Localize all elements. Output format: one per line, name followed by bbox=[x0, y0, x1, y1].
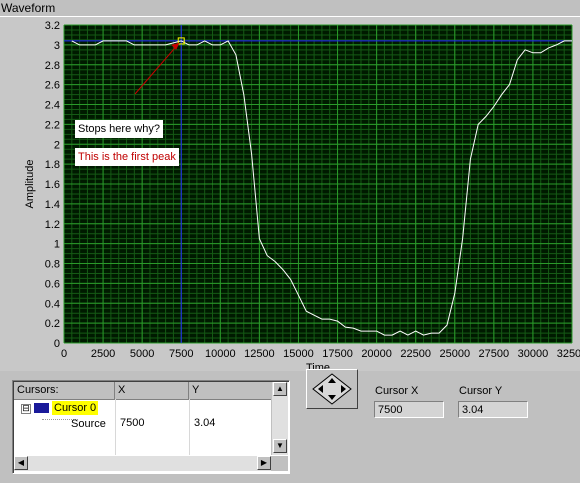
y-tick-label: 1.8 bbox=[45, 159, 60, 171]
cursor-x-field[interactable]: 7500 bbox=[374, 401, 444, 418]
scroll-right-icon[interactable]: ▶ bbox=[257, 456, 271, 470]
scroll-left-icon[interactable]: ◀ bbox=[14, 456, 28, 470]
x-tick-label: 32500 bbox=[557, 348, 580, 360]
plot-area[interactable]: 0 2500 5000 7500 10000 12500 15000 17500 20000 22… bbox=[0, 17, 580, 371]
y-tick-label: 0 bbox=[54, 338, 60, 350]
y-tick-label: 2.4 bbox=[45, 100, 60, 112]
y-tick-label: 1 bbox=[54, 239, 60, 251]
x-tick-label: 10000 bbox=[205, 348, 236, 360]
y-tick-label: 3 bbox=[54, 40, 60, 52]
x-tick-label: 15000 bbox=[283, 348, 314, 360]
cursor-style-swatch[interactable] bbox=[34, 403, 49, 413]
y-tick-label: 2 bbox=[54, 139, 60, 151]
y-tick-label: 2.2 bbox=[45, 119, 60, 131]
cursor-move-button[interactable] bbox=[306, 369, 358, 409]
collapse-icon[interactable]: ⊟ bbox=[21, 404, 31, 414]
x-tick-label: 2500 bbox=[91, 348, 115, 360]
cursor-legend-header: Cursors: X Y bbox=[14, 382, 271, 400]
y-axis-title: Amplitude bbox=[24, 160, 36, 209]
x-tick-label: 0 bbox=[61, 348, 67, 360]
vertical-scrollbar[interactable]: ▲ ▼ bbox=[271, 382, 288, 455]
source-label: Source bbox=[71, 418, 106, 430]
y-tick-label: 0.2 bbox=[45, 318, 60, 330]
y-tick-label: 1.6 bbox=[45, 179, 60, 191]
y-tick-label: 2.8 bbox=[45, 60, 60, 72]
waveform-graph: 0 2500 5000 7500 10000 12500 15000 17500 20000 22… bbox=[0, 16, 580, 371]
x-tick-label: 22500 bbox=[400, 348, 431, 360]
cursor-legend: Cursors: X Y ⊟ Cursor 0 Source 7500 3.04… bbox=[12, 380, 290, 474]
cursor-y-cell[interactable]: 3.04 bbox=[194, 417, 215, 429]
scroll-down-icon[interactable]: ▼ bbox=[273, 439, 287, 453]
header-y: Y bbox=[192, 384, 200, 396]
x-tick-label: 20000 bbox=[361, 348, 392, 360]
cursor-name[interactable]: Cursor 0 bbox=[52, 401, 99, 415]
y-tick-label: 2.6 bbox=[45, 80, 60, 92]
y-tick-label: 1.4 bbox=[45, 199, 60, 211]
x-tick-label: 7500 bbox=[169, 348, 193, 360]
header-cursors: Cursors: bbox=[14, 382, 115, 399]
scroll-up-icon[interactable]: ▲ bbox=[273, 382, 287, 396]
y-tick-label: 0.8 bbox=[45, 259, 60, 271]
x-tick-label: 30000 bbox=[518, 348, 549, 360]
cursor-y-label: Cursor Y bbox=[459, 385, 503, 397]
x-tick-label: 17500 bbox=[322, 348, 353, 360]
header-x: X bbox=[115, 382, 189, 399]
x-tick-label: 27500 bbox=[479, 348, 510, 360]
y-tick-label: 1.2 bbox=[45, 219, 60, 231]
cursor-x-cell[interactable]: 7500 bbox=[120, 417, 144, 429]
y-tick-label: 0.4 bbox=[45, 298, 60, 310]
annotation-question: Stops here why? bbox=[75, 120, 163, 138]
cursor-source-row[interactable]: Source 7500 3.04 bbox=[14, 415, 271, 434]
cursor-y-field[interactable]: 3.04 bbox=[458, 401, 528, 418]
annotation-first-peak: This is the first peak bbox=[75, 148, 179, 166]
y-tick-label: 3.2 bbox=[45, 20, 60, 32]
x-tick-label: 5000 bbox=[130, 348, 154, 360]
horizontal-scrollbar[interactable]: ◀ ▶ bbox=[14, 456, 271, 471]
scrollbar-corner bbox=[271, 456, 288, 471]
y-tick-label: 0.6 bbox=[45, 278, 60, 290]
x-tick-label: 12500 bbox=[244, 348, 275, 360]
x-tick-label: 25000 bbox=[439, 348, 470, 360]
diamond-move-icon bbox=[312, 373, 352, 405]
graph-title: Waveform bbox=[1, 1, 56, 15]
cursor-x-label: Cursor X bbox=[375, 385, 419, 397]
